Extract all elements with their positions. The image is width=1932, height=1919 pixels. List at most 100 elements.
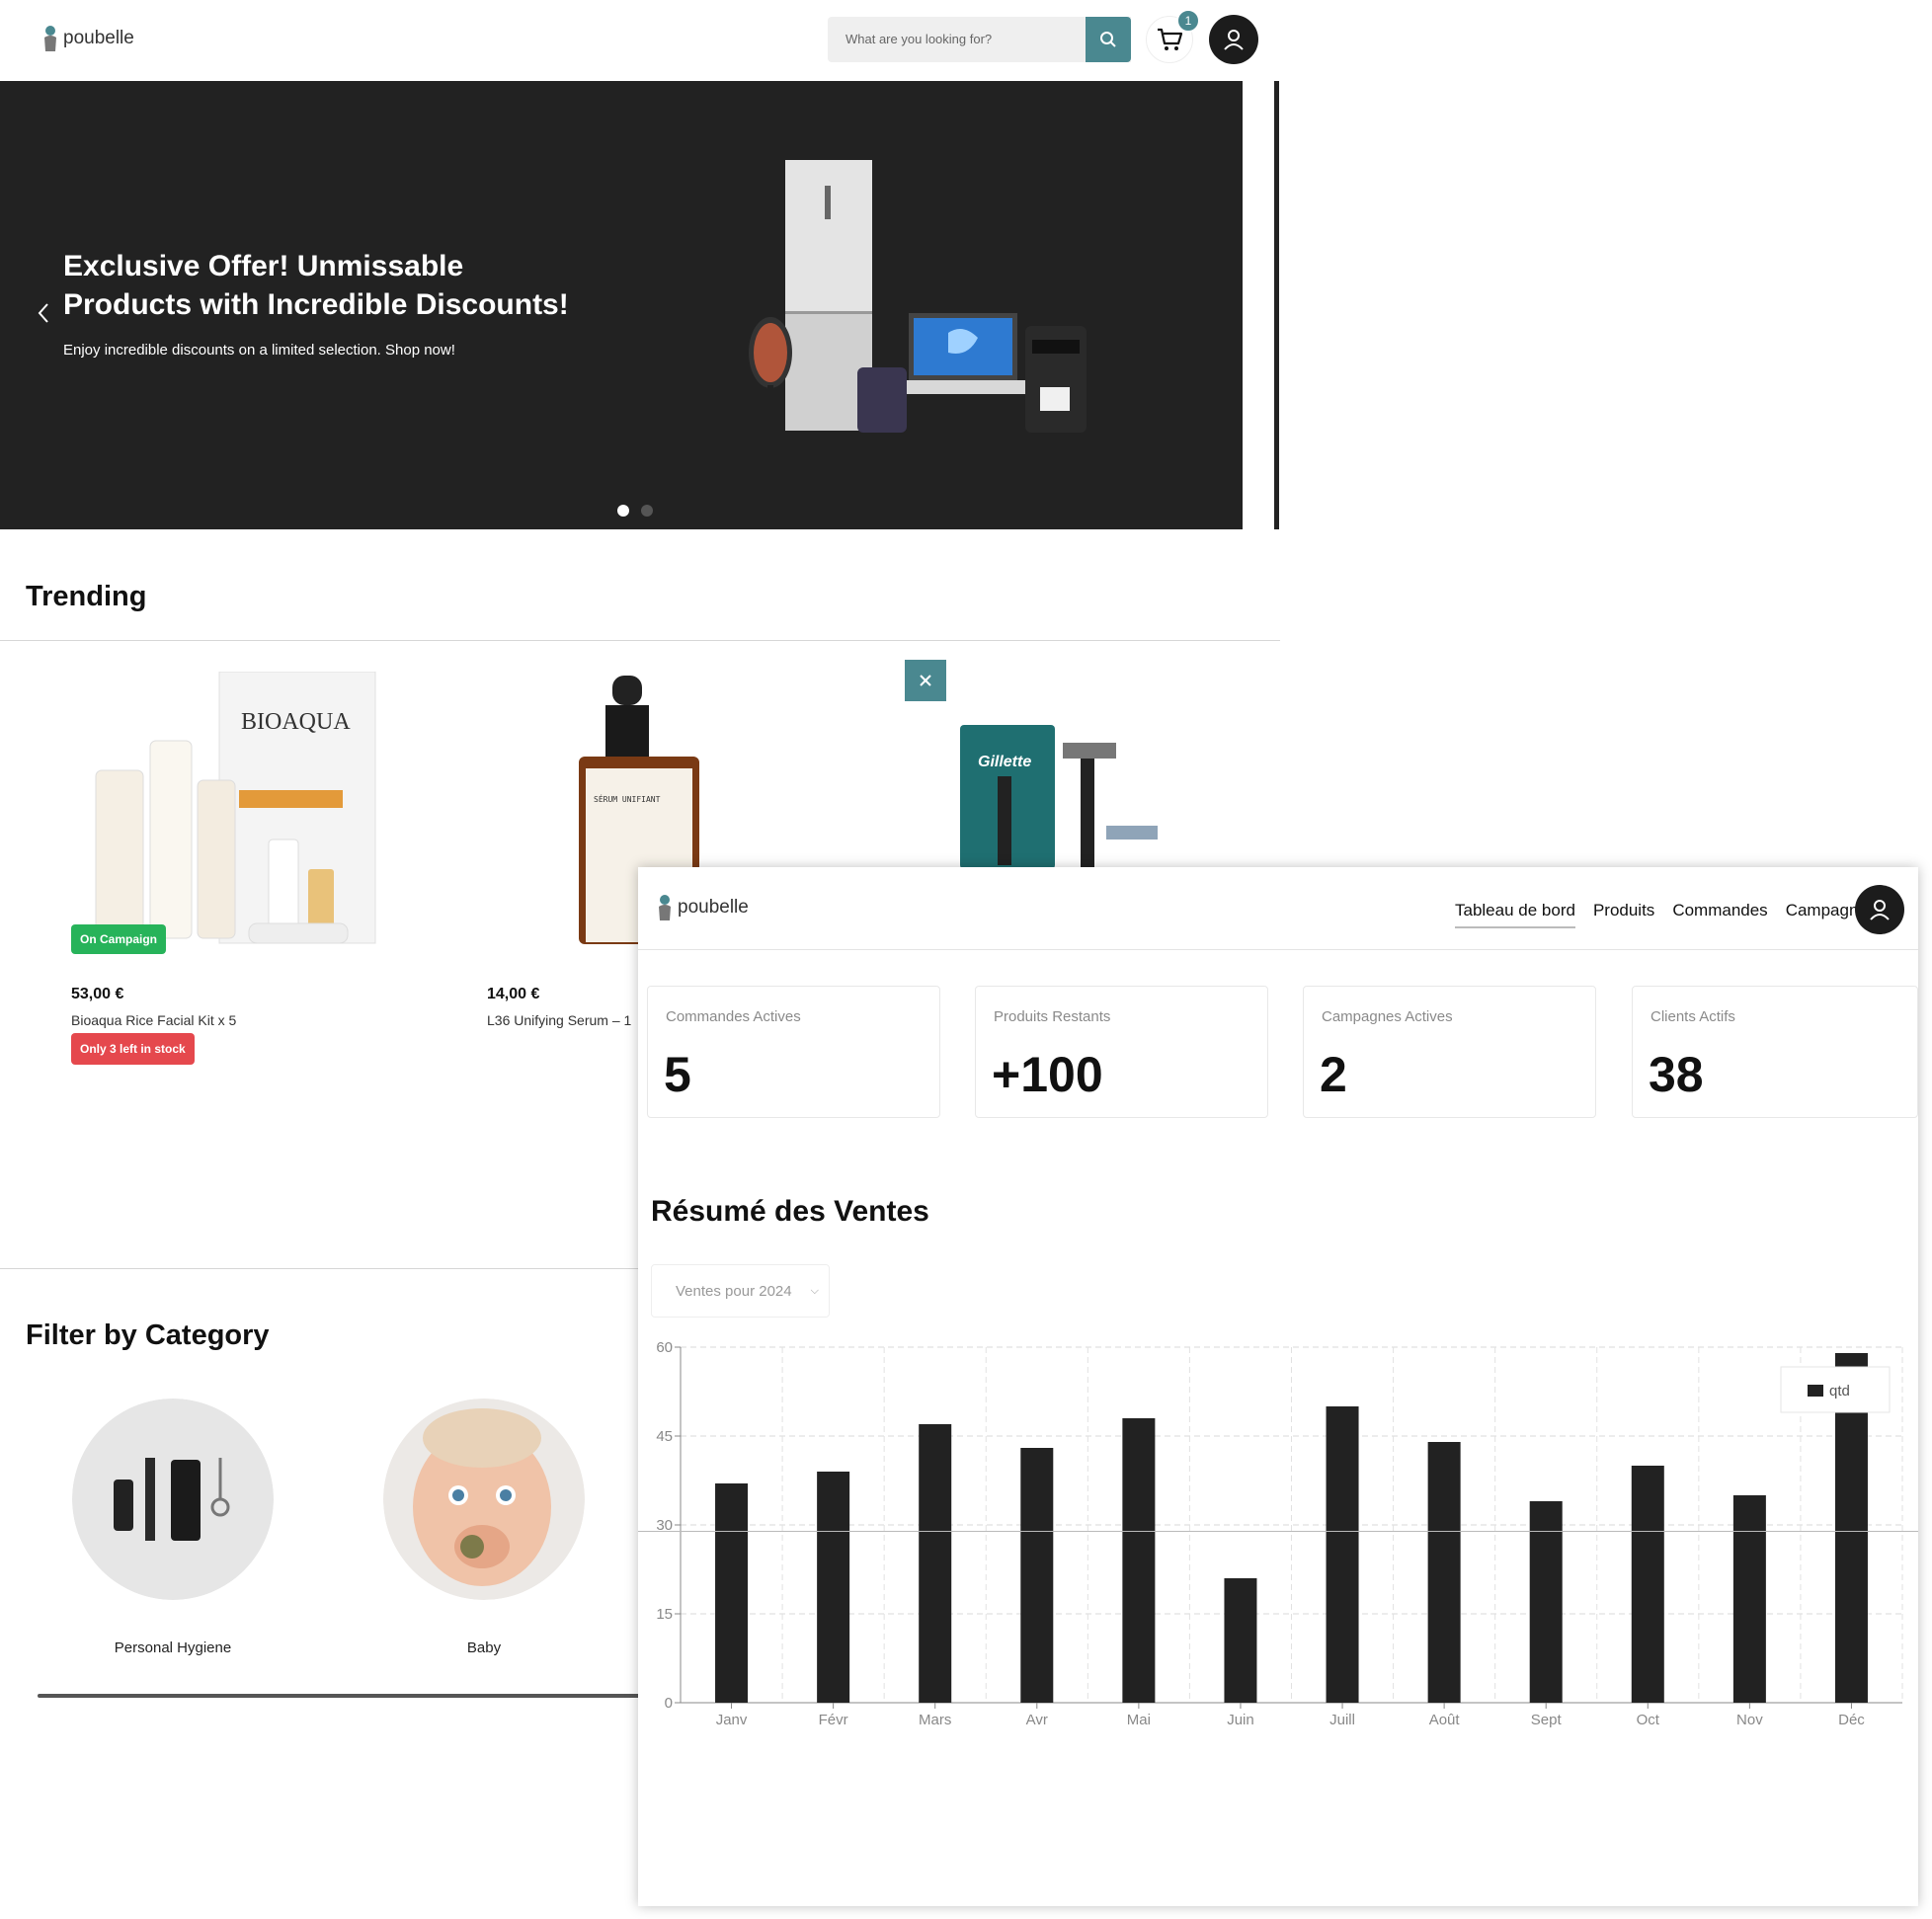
user-icon bbox=[1224, 30, 1244, 50]
kpi-active-orders: Commandes Actives 5 bbox=[647, 986, 940, 1118]
low-stock-badge: Only 3 left in stock bbox=[71, 1033, 195, 1065]
trending-divider bbox=[0, 640, 1280, 641]
logo-icon bbox=[44, 26, 56, 51]
category-image-hygiene bbox=[72, 1399, 274, 1600]
on-campaign-badge: On Campaign bbox=[71, 924, 167, 954]
bar bbox=[1427, 1442, 1461, 1703]
kpi-active-clients: Clients Actifs 38 bbox=[1632, 986, 1918, 1118]
sales-summary-title: Résumé des Ventes bbox=[651, 1195, 929, 1228]
y-tick-label: 15 bbox=[656, 1606, 673, 1623]
product-price: 14,00 € bbox=[487, 986, 540, 1002]
sales-chart: 0 15 30 45 60 Janv Févr Mars Avr Mai Juin Juill Août… bbox=[638, 1331, 1918, 1884]
x-tick-label: Oct bbox=[1637, 1712, 1660, 1728]
logo-text: poubelle bbox=[678, 897, 749, 918]
kpi-label: Commandes Actives bbox=[666, 1008, 801, 1025]
nav-orders[interactable]: Commandes bbox=[1672, 901, 1767, 928]
x-tick-label: Août bbox=[1429, 1712, 1461, 1728]
hero-subtitle: Enjoy incredible discounts on a limited … bbox=[63, 342, 455, 359]
category-scrollbar[interactable] bbox=[38, 1694, 640, 1698]
search-placeholder: What are you looking for? bbox=[845, 32, 993, 46]
bar bbox=[1326, 1406, 1359, 1703]
search-button[interactable] bbox=[1086, 17, 1131, 62]
x-tick-label: Févr bbox=[819, 1712, 848, 1728]
x-tick-label: Mars bbox=[919, 1712, 951, 1728]
kpi-remaining-products: Produits Restants +100 bbox=[975, 986, 1268, 1118]
trending-title: Trending bbox=[26, 581, 147, 612]
category-baby[interactable]: Baby bbox=[383, 1399, 585, 1675]
kpi-value: +100 bbox=[992, 1047, 1103, 1102]
year-select-value: Ventes pour 2024 bbox=[676, 1283, 792, 1300]
kpi-label: Clients Actifs bbox=[1650, 1008, 1735, 1025]
category-label: Baby bbox=[466, 1639, 502, 1656]
kpi-value: 5 bbox=[664, 1047, 691, 1102]
product-name: Bioaqua Rice Facial Kit x 5 bbox=[71, 1012, 237, 1028]
admin-account-button[interactable] bbox=[1855, 885, 1904, 934]
user-icon bbox=[1870, 900, 1890, 920]
x-tick-label: Déc bbox=[1838, 1712, 1865, 1728]
kpi-label: Campagnes Actives bbox=[1322, 1008, 1453, 1025]
bar bbox=[1224, 1578, 1257, 1703]
bar bbox=[1631, 1466, 1664, 1703]
y-tick-label: 60 bbox=[656, 1339, 673, 1356]
bar bbox=[817, 1472, 850, 1703]
carousel-dot-1[interactable] bbox=[617, 505, 629, 517]
cart-icon bbox=[1158, 28, 1183, 50]
bar bbox=[715, 1483, 749, 1703]
admin-nav: Tableau de bord Produits Commandes Campa… bbox=[1455, 901, 1876, 928]
x-tick-label: Juin bbox=[1227, 1712, 1254, 1728]
x-tick-label: Juill bbox=[1329, 1712, 1355, 1728]
hero-products-image bbox=[749, 160, 1087, 433]
svg-text:SÉRUM UNIFIANT: SÉRUM UNIFIANT bbox=[594, 793, 661, 804]
category-image-baby bbox=[383, 1399, 585, 1600]
admin-dashboard-window: poubelle Tableau de bord Produits Comman… bbox=[638, 867, 1918, 1906]
account-button[interactable] bbox=[1209, 15, 1258, 64]
kpi-label: Produits Restants bbox=[994, 1008, 1111, 1025]
section-divider bbox=[0, 1268, 638, 1269]
product-image-bioaqua: BIOAQUA bbox=[95, 672, 376, 944]
cart-count-badge: 1 bbox=[1176, 9, 1200, 33]
nav-products[interactable]: Produits bbox=[1593, 901, 1654, 928]
product-name: L36 Unifying Serum – 1 bbox=[487, 1012, 632, 1028]
hero-carousel: Exclusive Offer! Unmissable Products wit… bbox=[0, 81, 1243, 529]
close-button[interactable] bbox=[905, 660, 946, 701]
bar bbox=[919, 1424, 952, 1703]
hero-title: Exclusive Offer! Unmissable Products wit… bbox=[63, 250, 569, 321]
logo-text: poubelle bbox=[63, 28, 134, 48]
filter-by-category-title: Filter by Category bbox=[26, 1319, 270, 1351]
kpi-value: 38 bbox=[1649, 1047, 1704, 1102]
x-tick-label: Janv bbox=[716, 1712, 748, 1728]
kpi-active-campaigns: Campagnes Actives 2 bbox=[1303, 986, 1596, 1118]
admin-header: poubelle Tableau de bord Produits Comman… bbox=[638, 867, 1918, 950]
logo-icon bbox=[659, 895, 671, 920]
product-image-gillette: Gillette bbox=[960, 725, 1158, 869]
category-label: Personal Hygiene bbox=[114, 1639, 232, 1656]
admin-logo[interactable]: poubelle bbox=[656, 893, 749, 922]
hero-edge-scrollbar[interactable] bbox=[1274, 81, 1279, 529]
chevron-down-icon: ⌵ bbox=[810, 1285, 819, 1297]
x-tick-label: Avr bbox=[1026, 1712, 1048, 1728]
product-price: 53,00 € bbox=[71, 986, 124, 1002]
y-tick-label: 0 bbox=[665, 1695, 673, 1712]
nav-dashboard[interactable]: Tableau de bord bbox=[1455, 901, 1575, 928]
chevron-left-icon[interactable] bbox=[34, 298, 53, 328]
bar bbox=[1732, 1495, 1766, 1703]
svg-text:BIOAQUA: BIOAQUA bbox=[241, 709, 351, 735]
bar bbox=[1020, 1448, 1054, 1703]
store-logo[interactable]: poubelle bbox=[41, 24, 134, 53]
sales-bar-chart: 015304560Janv Févr Mars Avr Mai Juin Juill Août… bbox=[656, 1339, 1903, 1728]
x-tick-label: Mai bbox=[1127, 1712, 1151, 1728]
svg-text:Gillette: Gillette bbox=[978, 754, 1031, 770]
y-tick-label: 45 bbox=[656, 1428, 673, 1445]
close-icon bbox=[920, 675, 931, 686]
store-header: poubelle What are you looking for? 1 bbox=[0, 0, 1280, 81]
x-tick-label: Sept bbox=[1531, 1712, 1563, 1728]
bar bbox=[1122, 1418, 1156, 1703]
legend-label: qtd bbox=[1829, 1383, 1850, 1399]
carousel-dot-2[interactable] bbox=[641, 505, 653, 517]
search-icon bbox=[1100, 32, 1116, 47]
chart-crosshair-line bbox=[638, 1531, 1918, 1532]
year-select[interactable]: Ventes pour 2024 ⌵ bbox=[651, 1264, 830, 1318]
product-card-bioaqua[interactable]: BIOAQUA On Campaign 53,00 € Bioaqua Rice… bbox=[71, 672, 397, 1086]
product-card-gillette[interactable]: Gillette bbox=[948, 721, 1175, 869]
category-personal-hygiene[interactable]: Personal Hygiene bbox=[72, 1399, 274, 1675]
